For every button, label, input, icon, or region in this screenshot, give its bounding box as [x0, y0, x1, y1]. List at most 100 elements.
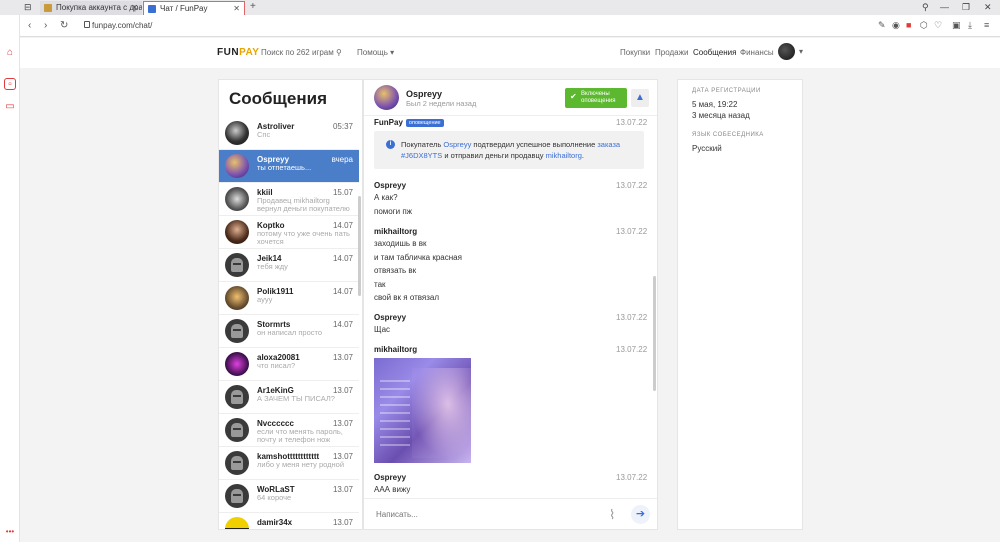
- contact-name: Nvcccccc: [257, 419, 294, 428]
- app-icon[interactable]: ▫: [4, 78, 16, 90]
- adblock-icon[interactable]: ■: [906, 20, 911, 30]
- avatar: [225, 121, 249, 145]
- lock-icon: [84, 21, 90, 28]
- contact-item[interactable]: Koptko 14.07 потому что уже очень пать хоч…: [219, 216, 359, 249]
- message-text: свой вк я отвязал: [374, 293, 440, 302]
- contact-preview: тебя жду: [257, 263, 288, 271]
- more-icon[interactable]: •••: [4, 526, 16, 538]
- contact-name: Koptko: [257, 221, 285, 230]
- avatar: [225, 352, 249, 376]
- nav-messages[interactable]: Сообщения: [693, 48, 736, 57]
- text: и отправил деньги продавцу: [442, 151, 546, 160]
- nav-sales[interactable]: Продажи: [655, 48, 688, 57]
- heart-icon[interactable]: ♡: [934, 20, 942, 31]
- contact-item[interactable]: Nvcccccc 13.07 если что менять пароль, поч…: [219, 414, 359, 447]
- contact-preview: понял: [257, 527, 353, 529]
- tab-purchase[interactable]: Покупка аккаунта с драго ✕: [40, 1, 142, 15]
- contact-preview: что писал?: [257, 362, 296, 370]
- contact-name: Ar1eKinG: [257, 386, 294, 395]
- status-badge: оповещение: [405, 119, 444, 127]
- close-icon[interactable]: ✕: [131, 1, 138, 15]
- camera-icon[interactable]: ◉: [892, 20, 900, 31]
- tab-title: Покупка аккаунта с драго: [56, 3, 142, 12]
- contact-item[interactable]: Polik1911 14.07 ауyy: [219, 282, 359, 315]
- menu-icon[interactable]: ≡: [984, 20, 989, 30]
- contact-item[interactable]: Astroliver 05:37 Спс: [219, 117, 359, 150]
- contact-preview: потому что уже очень пать хочется: [257, 230, 350, 246]
- close-icon[interactable]: ✕: [233, 2, 240, 15]
- contact-item[interactable]: aloxa20081 13.07 что писал?: [219, 348, 359, 381]
- gamepad-icon[interactable]: ▭: [4, 101, 16, 113]
- nav-purchases[interactable]: Покупки: [620, 48, 650, 57]
- contact-item[interactable]: Ar1eKinG 13.07 А ЗАЧЕМ ТЫ ПИСАЛ?: [219, 381, 359, 414]
- user-info-panel: ДАТА РЕГИСТРАЦИИ 5 мая, 19:22 3 месяца н…: [677, 79, 803, 530]
- avatar: [225, 286, 249, 310]
- edit-icon[interactable]: ✎: [878, 20, 886, 31]
- contact-time: 13.07: [332, 452, 353, 461]
- contact-time: 13.07: [332, 485, 353, 494]
- check-icon: ✔: [570, 92, 577, 101]
- language-label: ЯЗЫК СОБЕСЕДНИКА: [692, 132, 764, 138]
- contact-name: Jeik14: [257, 254, 282, 263]
- search-icon[interactable]: ⚲: [922, 2, 929, 13]
- contact-name: damir34x: [257, 518, 293, 527]
- buyer-link[interactable]: Ospreyy: [443, 140, 471, 149]
- sender-name: FunPay: [374, 118, 403, 127]
- logo-part: FUN: [217, 47, 240, 58]
- chat-panel: Ospreyy Был 2 недели назад ✔ Включены оп…: [363, 79, 658, 530]
- attached-image[interactable]: [374, 358, 471, 463]
- contact-name: WoRLaST: [257, 485, 295, 494]
- helmet-icon: [231, 489, 243, 503]
- contact-preview: А ЗАЧЕМ ТЫ ПИСАЛ?: [257, 395, 335, 403]
- registration-label: ДАТА РЕГИСТРАЦИИ: [692, 88, 761, 94]
- shopping-icon[interactable]: ⌂: [4, 47, 16, 59]
- contact-time: 14.07: [332, 320, 353, 329]
- scrollbar[interactable]: [653, 276, 656, 391]
- avatar[interactable]: [374, 85, 399, 110]
- warning-icon[interactable]: ▲: [631, 89, 649, 107]
- wallet-icon[interactable]: ▣: [952, 20, 961, 31]
- contact-item[interactable]: WoRLaST 13.07 64 короче: [219, 480, 359, 513]
- forward-icon[interactable]: ›: [44, 20, 47, 31]
- contact-item[interactable]: Stormrts 14.07 он написал просто: [219, 315, 359, 348]
- download-icon[interactable]: ⤓: [968, 20, 972, 31]
- message-author: mikhailtorg: [374, 227, 418, 236]
- scrollbar[interactable]: [358, 196, 361, 296]
- close-window-icon[interactable]: ✕: [984, 2, 992, 13]
- tab-menu-icon[interactable]: ⊟: [24, 2, 32, 13]
- notifications-button[interactable]: ✔ Включены оповещения: [565, 88, 627, 108]
- cube-icon[interactable]: ⬡: [920, 20, 928, 31]
- help-menu[interactable]: Помощь ▾: [357, 48, 394, 57]
- contact-name: Polik1911: [257, 287, 294, 296]
- user-avatar[interactable]: [778, 43, 795, 60]
- seller-link[interactable]: mikhailtorg: [546, 151, 582, 160]
- chevron-down-icon[interactable]: ▾: [799, 47, 803, 56]
- message-input[interactable]: [376, 510, 576, 519]
- contact-item[interactable]: Ospreyy вчера ты отпетаешь...: [219, 150, 359, 183]
- back-icon[interactable]: ‹: [28, 20, 31, 31]
- contact-item[interactable]: damir34x 13.07понял: [219, 513, 359, 529]
- funpay-logo[interactable]: FUNPAY: [217, 47, 259, 58]
- search-link[interactable]: Поиск по 262 играм ⚲: [261, 48, 342, 57]
- nav-finances[interactable]: Финансы: [740, 48, 774, 57]
- page-title: Сообщения: [229, 89, 327, 108]
- contact-item[interactable]: Jeik14 14.07 тебя жду: [219, 249, 359, 282]
- message-date: 13.07.22: [616, 181, 648, 190]
- tab-bar: ⊟ Покупка аккаунта с драго ✕ Чат / FunPa…: [0, 0, 1000, 15]
- paperclip-icon[interactable]: ⌇: [609, 507, 615, 523]
- avatar: [225, 154, 249, 178]
- avatar: [225, 187, 249, 211]
- minimize-icon[interactable]: —: [940, 2, 949, 12]
- chevron-down-icon: ▾: [390, 48, 395, 57]
- chat-user-name[interactable]: Ospreyy: [406, 89, 442, 99]
- message-author: Ospreyy: [374, 181, 407, 190]
- restore-icon[interactable]: ❐: [962, 2, 970, 13]
- tab-chat[interactable]: Чат / FunPay ✕: [143, 1, 245, 15]
- contact-item[interactable]: kamshotttttttttttt 13.07 либо у меня нету …: [219, 447, 359, 480]
- contact-item[interactable]: kkiil 15.07 Продавец mikhailtorg вернул де…: [219, 183, 359, 216]
- new-tab-icon[interactable]: +: [250, 1, 256, 12]
- url-field[interactable]: funpay.com/chat/: [92, 21, 152, 30]
- reload-icon[interactable]: ↻: [60, 20, 68, 31]
- helmet-icon: [231, 390, 243, 404]
- send-button[interactable]: ➔: [631, 505, 650, 524]
